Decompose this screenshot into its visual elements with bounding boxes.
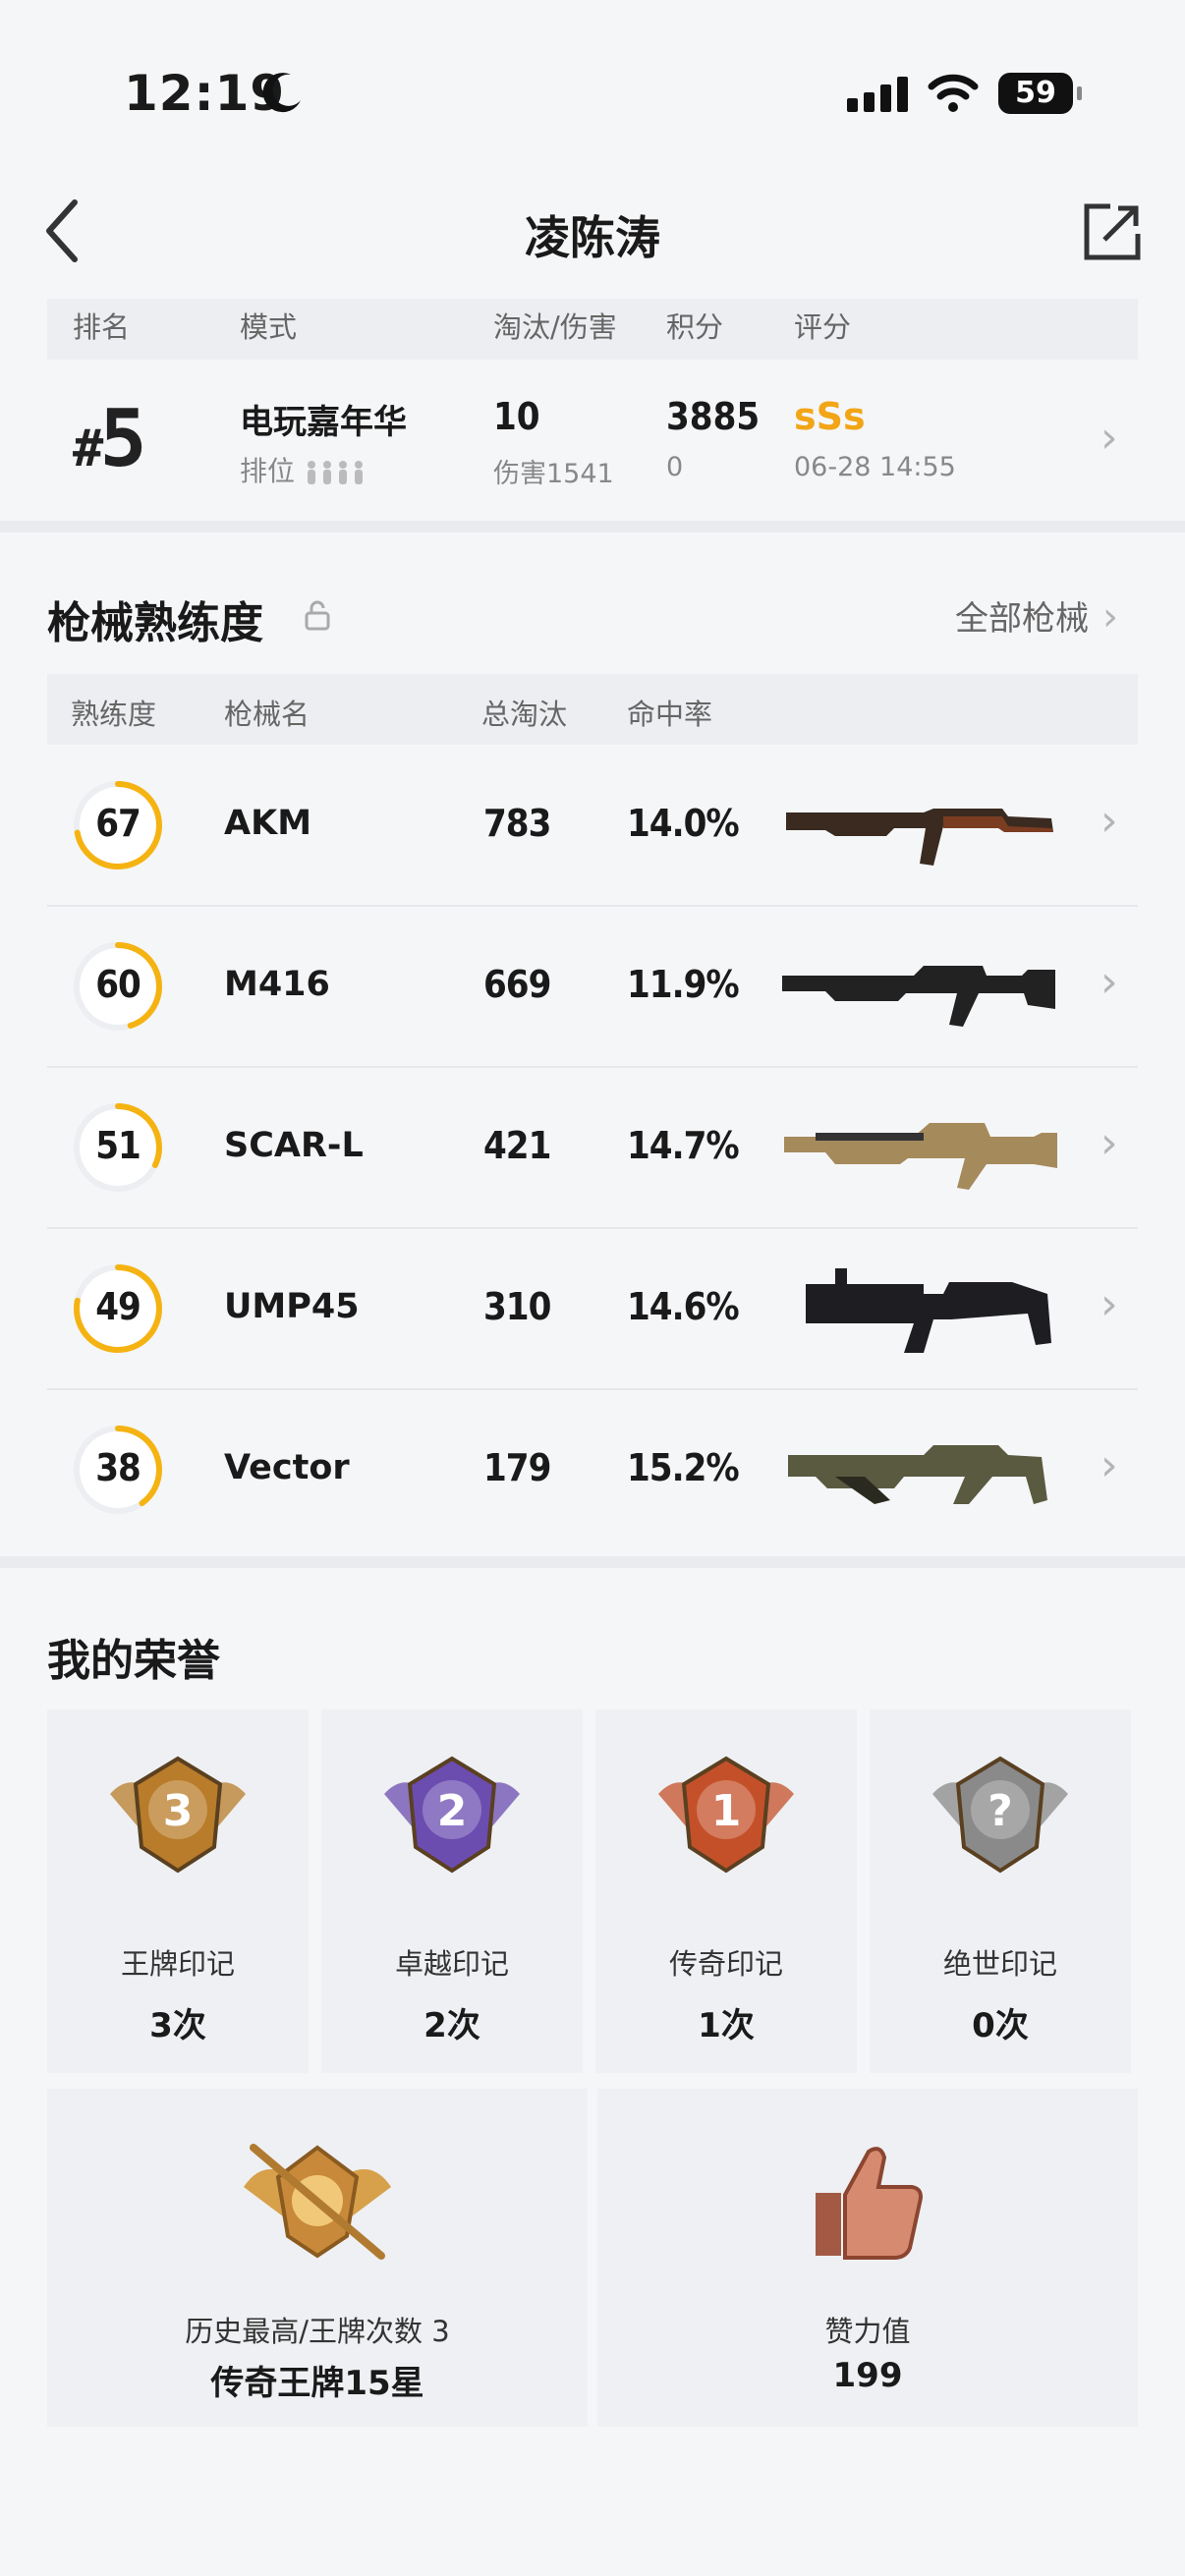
weapon-image — [806, 1268, 1051, 1353]
header-points: 积分 — [666, 310, 724, 344]
honor-label: 卓越印记 — [394, 1947, 509, 1981]
match-time: 06-28 14:55 — [794, 452, 956, 482]
weapon-accuracy: 15.2% — [627, 1446, 740, 1489]
weapon-kills: 783 — [483, 802, 551, 845]
header-mastery: 熟练度 — [71, 698, 157, 731]
weapon-name: M416 — [224, 965, 330, 1004]
weapon-kills: 310 — [483, 1285, 551, 1328]
honor-emblem-icon: 1 — [658, 1756, 794, 1874]
header-rating: 评分 — [794, 310, 852, 344]
weapons-title: 枪械熟练度 — [47, 598, 263, 648]
header-total-kills: 总淘汰 — [481, 698, 568, 731]
weapon-name: SCAR-L — [224, 1126, 364, 1165]
chevron-right-icon[interactable]: › — [1100, 1440, 1118, 1490]
weapon-name: UMP45 — [224, 1287, 360, 1326]
weapons-table-header — [47, 674, 1138, 745]
header-accuracy: 命中率 — [627, 698, 713, 731]
weapon-image — [786, 809, 1053, 866]
all-weapons-link[interactable]: 全部枪械 › — [955, 591, 1118, 640]
weapon-kills: 179 — [483, 1446, 551, 1489]
share-icon[interactable] — [1081, 200, 1144, 263]
moon-icon — [262, 73, 301, 113]
weapon-image — [782, 966, 1055, 1027]
honor-label: 传奇印记 — [668, 1947, 783, 1981]
header-mode: 模式 — [240, 310, 298, 344]
battery-icon: 59 — [998, 73, 1082, 114]
grade-badge: sSs — [794, 395, 866, 438]
header-rank: 排名 — [73, 310, 131, 344]
team-icon — [307, 461, 363, 484]
honor-emblem-icon: 3 — [110, 1756, 246, 1874]
wifi-icon — [928, 74, 979, 112]
honor-emblem-icon: 2 — [384, 1756, 520, 1874]
section-divider — [0, 1556, 1185, 1568]
chevron-right-icon[interactable]: › — [1100, 413, 1118, 463]
emblem-number: 1 — [711, 1786, 742, 1836]
lock-icon[interactable] — [303, 599, 332, 633]
likes-label: 赞力值 — [824, 2315, 911, 2348]
thumbs-up-icon — [816, 2147, 923, 2260]
mastery-value: 51 — [95, 1124, 141, 1167]
damage-value: 伤害1541 — [493, 459, 614, 489]
mastery-value: 60 — [95, 963, 141, 1006]
likes-value: 199 — [832, 2356, 903, 2395]
weapon-kills: 669 — [483, 963, 551, 1006]
weapon-accuracy: 14.0% — [627, 802, 740, 845]
honor-label: 王牌印记 — [120, 1947, 235, 1981]
chevron-right-icon[interactable]: › — [1100, 796, 1118, 846]
points-sub-value: 0 — [666, 452, 684, 482]
honor-count: 1次 — [698, 2006, 755, 2045]
honors-title: 我的荣誉 — [47, 1636, 220, 1686]
weapon-accuracy: 14.6% — [627, 1285, 740, 1328]
emblem-number: ? — [988, 1786, 1013, 1836]
page-title: 凌陈涛 — [525, 211, 660, 264]
weapon-name: Vector — [224, 1448, 350, 1487]
honor-count: 3次 — [149, 2006, 206, 2045]
weapon-image — [784, 1123, 1057, 1190]
emblem-number: 3 — [163, 1786, 194, 1836]
kills-value: 10 — [493, 395, 540, 438]
header-kills-damage: 淘汰/伤害 — [493, 310, 617, 344]
emblem-number: 2 — [437, 1786, 468, 1836]
honor-emblem-icon: ? — [932, 1756, 1068, 1874]
mode-name: 电玩嘉年华 — [240, 403, 407, 442]
weapon-name: AKM — [224, 804, 312, 843]
ace-rank-emblem-icon — [244, 2144, 391, 2260]
cellular-signal-icon — [847, 77, 914, 112]
weapon-accuracy: 11.9% — [627, 963, 740, 1006]
weapon-kills: 421 — [483, 1124, 551, 1167]
best-rank-value: 传奇王牌15星 — [210, 2364, 424, 2403]
chevron-right-icon[interactable]: › — [1100, 1279, 1118, 1329]
weapon-accuracy: 14.7% — [627, 1124, 740, 1167]
rank-value: #5 — [73, 393, 147, 484]
section-divider — [0, 521, 1185, 532]
honor-label: 绝世印记 — [942, 1947, 1057, 1981]
mastery-value: 67 — [95, 802, 141, 845]
best-rank-label: 历史最高/王牌次数 3 — [185, 2315, 450, 2348]
honor-count: 0次 — [972, 2006, 1029, 2045]
mastery-value: 38 — [95, 1446, 141, 1489]
points-value: 3885 — [666, 395, 761, 438]
honor-count: 2次 — [423, 2006, 480, 2045]
match-row[interactable] — [47, 360, 1138, 523]
mastery-value: 49 — [95, 1285, 141, 1328]
chevron-right-icon[interactable]: › — [1100, 1118, 1118, 1168]
chevron-right-icon: › — [1102, 594, 1118, 640]
weapon-image — [788, 1445, 1047, 1504]
chevron-right-icon[interactable]: › — [1100, 957, 1118, 1007]
mode-sub: 排位 — [240, 450, 367, 489]
header-weapon-name: 枪械名 — [224, 698, 310, 731]
